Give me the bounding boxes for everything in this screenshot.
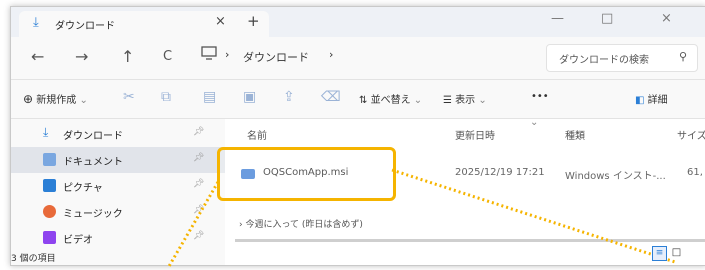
tiles-view-icon[interactable]: □ — [670, 246, 683, 259]
sidebar-item-label: ピクチャ — [63, 183, 103, 194]
monitor-icon — [201, 46, 217, 63]
details-button[interactable]: ◧ 詳細 — [635, 91, 668, 106]
breadcrumb-downloads[interactable]: ダウンロード — [243, 49, 309, 65]
column-header-date[interactable]: 更新日時 — [455, 127, 495, 142]
callout-highlight-box — [217, 147, 396, 201]
search-box[interactable]: ダウンロードの検索 ⚲ — [546, 44, 698, 72]
file-type: Windows インスト-... — [565, 171, 666, 182]
sort-label: 並べ替え — [370, 95, 411, 106]
chevron-down-icon: ⌄ — [413, 95, 423, 106]
maximize-button[interactable]: □ — [601, 11, 613, 26]
sidebar-item-music[interactable]: ミュージック 📌︎ — [11, 199, 225, 225]
tab-downloads[interactable]: ⤓ ダウンロード × — [19, 11, 269, 37]
details-pane-icon: ◧ — [635, 95, 645, 106]
more-button[interactable]: ••• — [531, 91, 549, 102]
tab-close-button[interactable]: × — [215, 14, 226, 29]
sidebar-item-videos[interactable]: ビデオ 📌︎ — [11, 225, 225, 251]
close-button[interactable]: × — [661, 11, 672, 26]
tab-title: ダウンロード — [55, 21, 115, 32]
item-count: 3 個の項目 — [11, 254, 56, 264]
video-icon — [43, 231, 56, 244]
details-view-icon[interactable]: ≡ — [652, 246, 667, 261]
forward-button[interactable]: → — [75, 49, 88, 65]
chevron-down-icon: ⌄ — [79, 95, 88, 106]
group-header[interactable]: › 今週に入って (昨日は含めず) — [239, 217, 363, 230]
column-header-type[interactable]: 種類 — [565, 127, 585, 142]
title-bar: ⤓ ダウンロード × + — □ × — [11, 7, 705, 37]
plus-circle-icon: ⊕ — [23, 92, 34, 106]
sidebar-item-label: ドキュメント — [63, 157, 123, 168]
breadcrumb-separator: › — [225, 48, 230, 61]
column-header-name[interactable]: 名前 — [247, 127, 267, 142]
cut-icon[interactable]: ✂ — [123, 89, 135, 105]
sidebar-item-label: ビデオ — [63, 235, 93, 246]
download-icon: ⤓ — [33, 15, 39, 30]
new-tab-button[interactable]: + — [247, 12, 260, 30]
group-label: 今週に入って (昨日は含めず) — [245, 220, 363, 230]
chevron-down-icon: ⌄ — [478, 95, 487, 106]
pin-icon: 📌︎ — [193, 153, 205, 163]
download-icon: ⤓ — [43, 125, 49, 139]
explorer-window: ⤓ ダウンロード × + — □ × ← → ↑ C › ダウンロード › ダウ… — [10, 6, 705, 266]
pin-icon: 📌︎ — [193, 179, 205, 189]
paste-icon[interactable]: ▤ — [203, 89, 216, 105]
sidebar-item-label: ダウンロード — [63, 131, 123, 142]
new-button[interactable]: ⊕ 新規作成 ⌄ — [23, 91, 88, 106]
sidebar-item-documents[interactable]: ドキュメント 📌︎ — [11, 147, 225, 173]
breadcrumb-separator: › — [329, 48, 334, 61]
back-button[interactable]: ← — [31, 49, 44, 65]
search-icon: ⚲ — [678, 50, 687, 63]
delete-icon[interactable]: ⌫ — [321, 89, 341, 105]
search-input[interactable]: ダウンロードの検索 — [559, 51, 649, 66]
sidebar-item-pictures[interactable]: ピクチャ 📌︎ — [11, 173, 225, 199]
column-header-size[interactable]: サイズ — [677, 127, 705, 142]
share-icon[interactable]: ⇪ — [283, 89, 295, 105]
view-button[interactable]: ☰ 表示 ⌄ — [443, 91, 487, 106]
sort-indicator-icon: ⌄ — [530, 117, 539, 128]
navigation-bar: ← → ↑ C › ダウンロード › ダウンロードの検索 ⚲ — [11, 37, 705, 80]
document-icon — [43, 153, 56, 166]
command-bar: ⊕ 新規作成 ⌄ ✂ ⧉ ▤ ▣ ⇪ ⌫ ⇅ 並べ替え ⌄ ☰ 表示 ⌄ •••… — [11, 80, 705, 119]
chevron-right-icon: › — [239, 220, 243, 230]
navigation-pane: ⤓ ダウンロード 📌︎ ドキュメント 📌︎ ピクチャ 📌︎ ミュージック 📌︎ … — [11, 119, 225, 265]
pictures-icon — [43, 179, 56, 192]
music-icon — [43, 205, 56, 218]
pin-icon: 📌︎ — [193, 127, 205, 137]
sidebar-item-label: ミュージック — [63, 209, 123, 220]
file-size: 61, — [687, 167, 703, 178]
rename-icon[interactable]: ▣ — [243, 89, 256, 105]
view-icon: ☰ — [443, 95, 452, 106]
horizontal-scrollbar[interactable] — [235, 239, 705, 242]
sidebar-item-downloads[interactable]: ⤓ ダウンロード 📌︎ — [11, 121, 225, 147]
details-label: 詳細 — [647, 95, 668, 106]
file-date: 2025/12/19 17:21 — [455, 167, 545, 178]
view-label: 表示 — [455, 95, 476, 106]
pin-icon: 📌︎ — [193, 205, 205, 215]
minimize-button[interactable]: — — [551, 11, 564, 26]
refresh-button[interactable]: C — [163, 49, 172, 65]
pin-icon: 📌︎ — [193, 231, 205, 241]
sort-icon: ⇅ — [359, 95, 368, 106]
new-label: 新規作成 — [36, 95, 77, 106]
sort-button[interactable]: ⇅ 並べ替え ⌄ — [359, 91, 422, 106]
up-button[interactable]: ↑ — [121, 49, 134, 65]
copy-icon[interactable]: ⧉ — [161, 89, 171, 105]
